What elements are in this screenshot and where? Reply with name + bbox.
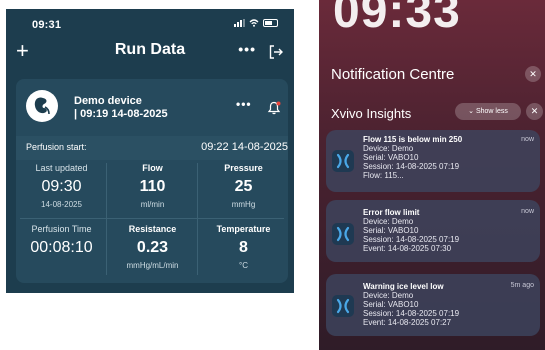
metric-label: Temperature — [216, 224, 271, 234]
xvivo-logo-icon — [332, 223, 354, 245]
notification-line: Device: Demo — [363, 144, 414, 153]
notification-item[interactable]: Flow 115 is below min 250 Device: Demo S… — [326, 130, 540, 192]
notification-body: Flow 115 is below min 250 Device: Demo S… — [363, 135, 462, 180]
clear-all-button[interactable]: ✕ — [525, 66, 541, 82]
kidney-icon — [26, 90, 58, 122]
device-start-time: | 09:19 14-08-2025 — [74, 108, 168, 120]
metric-unit: 14-08-2025 — [41, 200, 82, 209]
close-icon: ✕ — [529, 69, 537, 79]
logout-icon[interactable] — [269, 45, 283, 59]
metric-pressure: Pressure 25 mmHg — [199, 163, 288, 209]
app-group-title: Xvivo Insights — [331, 106, 412, 121]
signal-icon — [234, 19, 245, 27]
metric-resistance: Resistance 0.23 mmHg/mL/min — [108, 224, 197, 270]
metric-perfusion-time: Perfusion Time 00:08:10 — [17, 224, 106, 257]
group-clear-button[interactable]: ✕ — [526, 103, 543, 120]
metric-value: 00:08:10 — [30, 239, 93, 256]
notification-time: 5m ago — [510, 282, 534, 289]
metric-temperature: Temperature 8 °C — [199, 224, 288, 270]
wifi-icon — [249, 19, 259, 27]
notification-line: Session: 14-08-2025 07:19 — [363, 309, 460, 318]
notification-title: Warning ice level low — [363, 282, 444, 291]
notification-body: Warning ice level low Device: Demo Seria… — [363, 282, 459, 327]
notification-centre-title: Notification Centre — [331, 66, 455, 83]
metric-last-updated: Last updated 09:30 14-08-2025 — [17, 163, 106, 209]
notification-line: Serial: VABO10 — [363, 226, 419, 235]
show-less-button[interactable]: ⌄ Show less — [455, 103, 521, 120]
notification-line: Session: 14-08-2025 07:19 — [363, 235, 460, 244]
metric-value: 8 — [239, 239, 248, 256]
divider — [106, 163, 107, 275]
divider — [20, 218, 284, 219]
run-data-screen: 09:31 + Run Data ••• Demo device | 09:19… — [6, 9, 294, 293]
show-less-label: Show less — [475, 108, 508, 115]
notification-line: Serial: VABO10 — [363, 153, 419, 162]
notification-line: Device: Demo — [363, 291, 414, 300]
device-card: Demo device | 09:19 14-08-2025 ••• Perfu… — [16, 79, 288, 283]
metric-unit: °C — [239, 261, 248, 270]
metric-label: Resistance — [128, 224, 177, 234]
metric-value: 25 — [234, 178, 253, 195]
notification-line: Event: 14-08-2025 07:27 — [363, 318, 452, 327]
notification-item[interactable]: Error flow limit Device: Demo Serial: VA… — [326, 200, 540, 262]
metric-unit: mmHg/mL/min — [126, 261, 179, 270]
notification-item[interactable]: Warning ice level low Device: Demo Seria… — [326, 274, 540, 336]
notification-line: Flow: 115... — [363, 171, 404, 180]
xvivo-logo-icon — [332, 295, 354, 317]
perfusion-start-row: Perfusion start: 09:22 14-08-2025 — [16, 136, 288, 160]
notification-time: now — [521, 136, 534, 143]
device-name: Demo device — [74, 95, 142, 107]
metric-unit: mmHg — [231, 200, 256, 209]
close-icon: ✕ — [530, 106, 539, 116]
metric-unit: ml/min — [140, 200, 165, 209]
metric-label: Last updated — [35, 163, 88, 173]
notification-title: Error flow limit — [363, 208, 420, 217]
nav-bar: + Run Data ••• — [6, 39, 294, 65]
divider — [197, 163, 198, 275]
battery-icon — [263, 19, 278, 27]
metric-flow: Flow 110 ml/min — [108, 163, 197, 209]
notification-body: Error flow limit Device: Demo Serial: VA… — [363, 208, 459, 253]
perfusion-start-label: Perfusion start: — [26, 142, 87, 152]
notification-line: Device: Demo — [363, 217, 414, 226]
status-icons — [234, 19, 278, 27]
metric-label: Perfusion Time — [31, 224, 92, 234]
metric-label: Pressure — [224, 163, 263, 173]
device-header[interactable]: Demo device | 09:19 14-08-2025 ••• — [16, 79, 288, 135]
notification-line: Event: 14-08-2025 07:30 — [363, 244, 452, 253]
lock-screen-time: 09:33 — [333, 0, 461, 38]
metric-value: 09:30 — [41, 178, 82, 195]
metric-value: 0.23 — [136, 239, 169, 256]
notification-line: Session: 14-08-2025 07:19 — [363, 162, 460, 171]
perfusion-start-value: 09:22 14-08-2025 — [201, 141, 288, 153]
notification-time: now — [521, 208, 534, 215]
metric-value: 110 — [139, 178, 166, 195]
xvivo-logo-icon — [332, 150, 354, 172]
notification-centre-screen: 09:33 Notification Centre ✕ Xvivo Insigh… — [319, 0, 545, 350]
notification-title: Flow 115 is below min 250 — [363, 135, 463, 144]
metric-label: Flow — [142, 163, 163, 173]
device-more-button[interactable]: ••• — [236, 97, 252, 111]
chevron-down-icon: ⌄ — [468, 108, 474, 115]
status-time: 09:31 — [32, 19, 62, 31]
notification-line: Serial: VABO10 — [363, 300, 419, 309]
more-button[interactable]: ••• — [238, 41, 256, 57]
status-bar: 09:31 — [6, 9, 294, 31]
bell-icon[interactable] — [267, 101, 281, 115]
